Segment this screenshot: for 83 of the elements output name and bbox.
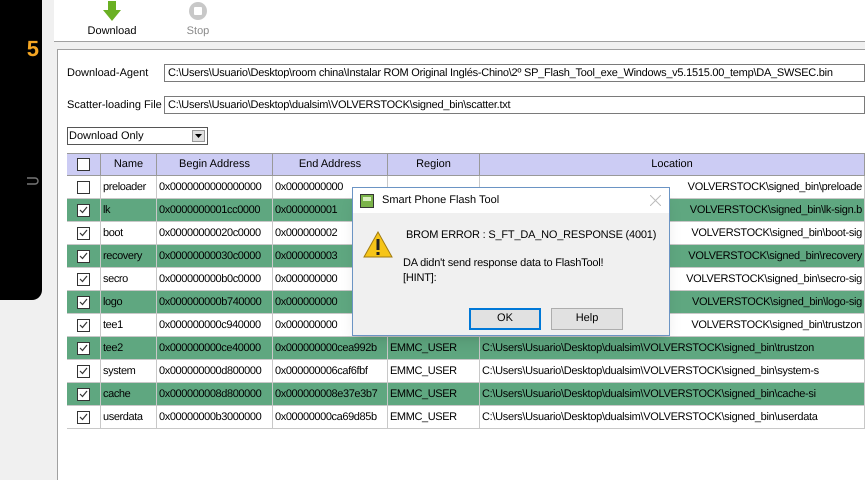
column-header[interactable]: Location <box>480 154 865 175</box>
table-cell-text: 0x000000000b0c0000 <box>159 272 261 287</box>
download-agent-field[interactable]: C:\Users\Usuario\Desktop\room china\Instalar ROM Original Inglés-Chino\2º SP_Flash_Tool_exe_Windows_v5.1515.00_temp\DA_SWSEC.bin <box>164 64 865 82</box>
table-cell-text: 0x000000000d800000 <box>159 364 262 379</box>
table-cell-text: VOLVERSTOCK\signed_bin\secro-sig <box>686 272 862 287</box>
column-header[interactable]: Region <box>388 154 480 175</box>
table-cell-text: 0x000000008d800000 <box>159 386 262 402</box>
checkbox[interactable] <box>77 364 90 378</box>
table-cell-text: logo <box>103 294 122 310</box>
dialog-title: Smart Phone Flash Tool <box>382 193 500 208</box>
download-agent-label: Download-Agent <box>67 66 150 81</box>
table-cell-text: lk <box>103 202 110 218</box>
mode-dropdown[interactable]: Download Only <box>67 127 208 145</box>
table-cell-text: preloader <box>103 180 146 195</box>
checkbox[interactable] <box>77 318 90 332</box>
checkbox[interactable] <box>77 272 90 286</box>
table-cell-text: 0x00000000b3000000 <box>159 410 262 425</box>
table-cell-text: 0x000000000ce40000 <box>159 340 261 356</box>
table-cell-text: tee2 <box>103 340 123 356</box>
table-cell-text: 0x000000000 <box>275 294 338 310</box>
table-cell-text: system <box>103 364 136 379</box>
app-icon <box>360 194 374 208</box>
table-cell-text: VOLVERSTOCK\signed_bin\logo-sig <box>692 294 862 310</box>
table-cell-text: 0x000000000 <box>275 318 338 333</box>
table-cell-text: VOLVERSTOCK\signed_bin\trustzon <box>691 318 862 333</box>
table-cell-text: VOLVERSTOCK\signed_bin\boot-sig <box>691 226 862 241</box>
table-cell-text: 0x0000000000 <box>275 180 343 195</box>
table-cell-text: 0x0000000000000000 <box>159 180 262 195</box>
scatter-file-label: Scatter-loading File <box>67 98 163 113</box>
table-cell-text: 0x0000000001cc0000 <box>159 202 260 218</box>
table-cell-text: 0x000000006caf6fbf <box>275 364 368 379</box>
table-cell-text: 0x000000002 <box>275 226 338 241</box>
checkbox[interactable] <box>77 158 90 171</box>
checkbox[interactable] <box>77 204 90 216</box>
table-cell-text: VOLVERSTOCK\signed_bin\recovery <box>688 248 862 264</box>
table-cell-text: tee1 <box>103 318 123 333</box>
table-cell-text: 0x000000000cea992b <box>275 340 377 356</box>
table-cell-text: 0x00000000030c0000 <box>159 248 261 264</box>
table-cell-text: C:\Users\Usuario\Desktop\dualsim\VOLVERSTOCK\signed_bin\userdata <box>482 410 818 425</box>
table-cell-text: secro <box>103 272 128 287</box>
table-cell-text: 0x00000000ca69d85b <box>275 410 377 425</box>
table-cell-text: 0x000000000 <box>275 272 338 287</box>
table-cell-text: 0x000000000c940000 <box>159 318 261 333</box>
phone-screen-text: 5 <box>26 38 39 60</box>
table-cell-text: cache <box>103 386 130 402</box>
table-cell-text: 0x000000003 <box>275 248 338 264</box>
download-button[interactable]: Download <box>84 0 140 40</box>
table-cell-text: VOLVERSTOCK\signed_bin\lk-sign.b <box>690 202 862 218</box>
table-cell-text: EMMC_USER <box>390 340 457 356</box>
back-icon[interactable] <box>27 177 39 185</box>
checkbox[interactable] <box>77 296 90 308</box>
table-cell-text: 0x000000000b740000 <box>159 294 262 310</box>
checkbox[interactable] <box>77 226 90 240</box>
checkbox[interactable] <box>77 410 90 424</box>
table-cell-text: C:\Users\Usuario\Desktop\dualsim\VOLVERSTOCK\signed_bin\system-s <box>482 364 819 379</box>
table-cell-text: 0x000000001 <box>275 202 338 218</box>
table-cell-text: userdata <box>103 410 143 425</box>
message-text: [HINT]: <box>403 270 438 286</box>
table-cell-text: EMMC_USER <box>390 386 457 402</box>
scatter-file-field[interactable]: C:\Users\Usuario\Desktop\dualsim\VOLVERSTOCK\signed_bin\scatter.txt <box>164 96 865 114</box>
table-cell-text: recovery <box>103 248 142 264</box>
warning-icon <box>363 231 393 258</box>
dialog-button[interactable]: Help <box>551 308 623 330</box>
table-cell-text: EMMC_USER <box>390 364 457 379</box>
dialog-button[interactable]: OK <box>469 308 541 330</box>
table-cell-text: VOLVERSTOCK\signed_bin\preloade <box>688 180 862 195</box>
error-text: BROM ERROR : S_FT_DA_NO_RESPONSE (4001) <box>405 228 656 243</box>
checkbox[interactable] <box>77 342 90 354</box>
message-text: DA didn't send response data to FlashTool! <box>403 256 604 270</box>
down-arrow-icon <box>103 1 121 21</box>
table-cell-text: C:\Users\Usuario\Desktop\dualsim\VOLVERSTOCK\signed_bin\trustzon <box>482 340 814 356</box>
column-header[interactable]: End Address <box>273 154 388 175</box>
table-cell-text: C:\Users\Usuario\Desktop\dualsim\VOLVERSTOCK\signed_bin\cache-si <box>482 386 816 402</box>
checkbox[interactable] <box>77 180 90 194</box>
column-header[interactable]: Begin Address <box>157 154 273 175</box>
checkbox[interactable] <box>77 388 90 400</box>
table-cell-text: EMMC_USER <box>390 410 457 425</box>
table-cell-text: boot <box>103 226 123 241</box>
column-header[interactable]: Name <box>101 154 157 175</box>
checkbox[interactable] <box>77 250 90 262</box>
table-cell-text: 0x00000000020c0000 <box>159 226 261 241</box>
caret-icon <box>195 134 202 138</box>
table-cell-text: 0x000000008e37e3b7 <box>275 386 378 402</box>
